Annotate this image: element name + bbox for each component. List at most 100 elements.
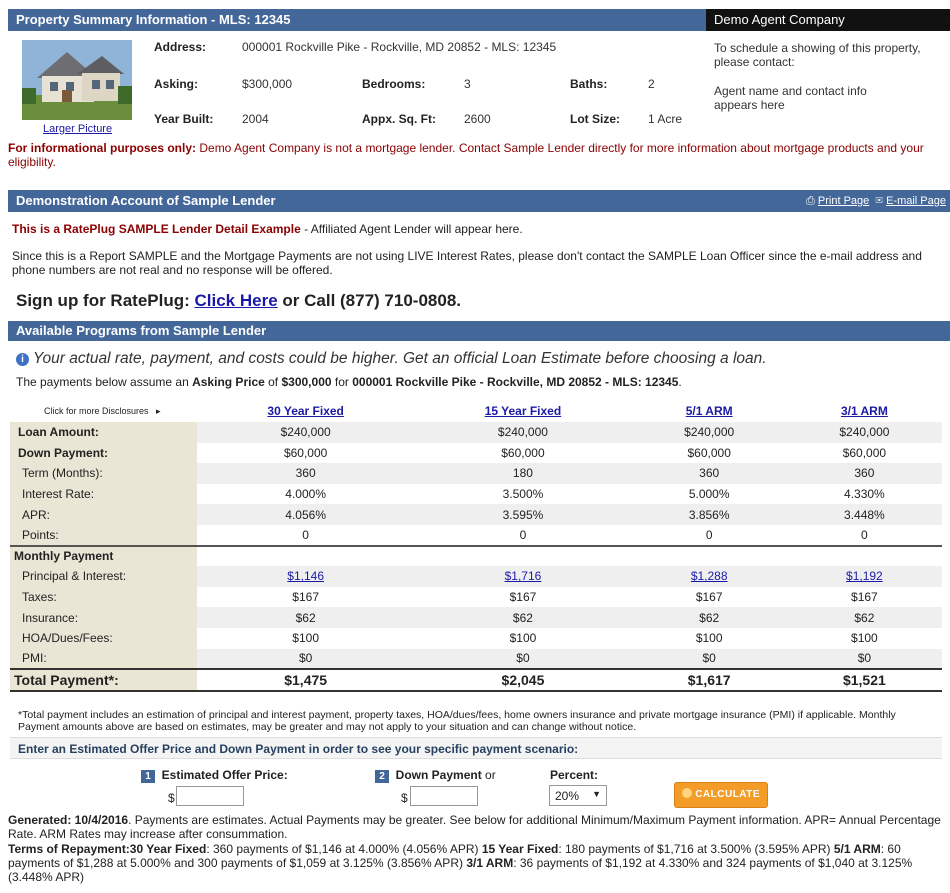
interest-rate-cell: 4.000% [285,487,326,502]
percent-value: 20% [555,789,580,803]
assume-b3: 000001 Rockville Pike - Rockville, MD 20… [352,375,679,389]
info-icon: i [16,353,29,366]
print-page-link[interactable]: Print Page [818,195,869,207]
taxes-label: Taxes: [10,586,197,608]
step-one-badge: 1 [141,770,155,783]
interest-rate-cell: 4.330% [844,487,885,502]
down-payment-cell: $60,000 [687,445,731,460]
down-payment-input[interactable] [410,786,478,806]
column-5-1-arm[interactable]: 5/1 ARM [686,404,733,418]
click-here-link[interactable]: Click Here [195,291,278,310]
property-summary-header: Property Summary Information - MLS: 1234… [8,9,706,31]
hoa-label: HOA/Dues/Fees: [10,627,197,649]
larger-picture-link[interactable]: Larger Picture [43,123,112,135]
pmi-cell: $0 [631,648,787,670]
monthly-payment-label: Monthly Payment [10,544,197,567]
principal-interest-link[interactable]: $1,192 [846,569,883,583]
principal-interest-link[interactable]: $1,716 [505,569,542,583]
sample-lender-notice: This is a RatePlug SAMPLE Lender Detail … [12,222,523,236]
lender-header: Demonstration Account of Sample Lender ⎙… [8,190,950,212]
table-row: Term (Months): 360 180 360 360 [10,463,942,484]
percent-select[interactable]: 20% ▼ [549,785,607,806]
house-thumbnail[interactable] [22,40,132,120]
envelope-icon[interactable]: ✉ [875,195,883,207]
table-row: Insurance: $62 $62 $62 $62 [10,607,942,628]
offer-price-text: Estimated Offer Price: [161,768,288,782]
terms-t0: : 360 payments of $1,146 at 4.000% (4.05… [206,842,482,856]
asking-value: $300,000 [242,77,293,91]
loan-amount-cell: $240,000 [414,422,632,443]
term-cell: 360 [631,463,787,484]
sample-bold: This is a RatePlug SAMPLE Lender Detail … [12,222,301,236]
column-3-1-arm[interactable]: 3/1 ARM [841,404,888,418]
sample-disclaimer: Since this is a Report SAMPLE and the Mo… [12,249,922,277]
principal-interest-link[interactable]: $1,288 [691,569,728,583]
points-cell: 0 [519,527,527,542]
column-15-year-fixed[interactable]: 15 Year Fixed [485,404,562,418]
down-payment-label: Down Payment: [10,442,197,464]
estimate-panel: Enter an Estimated Offer Price and Down … [10,737,942,759]
principal-interest-link[interactable]: $1,146 [287,569,324,583]
loan-amount-cell: $240,000 [197,422,415,443]
points-cell: 0 [861,527,868,542]
lot-size-label: Lot Size: [570,112,620,126]
table-row: Loan Amount: $240,000 $240,000 $240,000 … [10,422,942,443]
play-icon[interactable]: ▸ [156,406,161,416]
down-payment-cell: $60,000 [842,445,887,460]
address-value: 000001 Rockville Pike - Rockville, MD 20… [242,40,557,54]
signup-post: or Call (877) 710-0808. [277,291,461,310]
address-label: Address: [154,40,207,54]
disclosures-link[interactable]: Click for more Disclosures [44,406,149,416]
generated-date: Generated: 10/4/2016 [8,813,129,827]
sample-text: - Affiliated Agent Lender will appear he… [300,222,523,236]
sqft-label: Appx. Sq. Ft: [362,112,436,126]
year-built-value: 2004 [242,112,269,126]
agent-contact-info: Agent name and contact info appears here [714,84,867,112]
programs-header: Available Programs from Sample Lender [8,321,950,341]
assume-t1: The payments below assume an [16,375,193,389]
table-row: Points: 0 0 0 0 [10,524,942,546]
total-payment-cell: $1,521 [786,668,942,693]
total-payment-cell: $1,617 [631,668,787,693]
calculate-button[interactable]: CALCULATE [674,782,768,808]
term-cell: 360 [197,463,415,484]
down-payment-cell: $60,000 [283,445,328,460]
percent-label: Percent: [550,768,599,782]
printer-icon[interactable]: ⎙ [806,195,815,207]
loan-warning: i Your actual rate, payment, and costs c… [16,350,767,368]
notice-bold: For informational purposes only: [8,141,197,155]
apr-cell: 3.595% [414,504,632,525]
assume-t4: . [678,375,682,389]
assume-t2: of [264,375,282,389]
assume-b1: Asking Price [192,375,265,389]
insurance-cell: $62 [197,607,415,628]
offer-price-input[interactable] [176,786,244,806]
dropdown-arrow-icon[interactable]: ▼ [592,789,601,799]
down-payment-input-label: 2 Down Payment or [375,768,496,783]
email-page-link[interactable]: E-mail Page [886,195,946,207]
points-cell: 0 [705,527,713,542]
table-row: Principal & Interest: $1,146 $1,716 $1,2… [10,566,942,587]
offer-price-label: 1 Estimated Offer Price: [141,768,288,783]
sqft-value: 2600 [464,112,491,126]
disclosures-cell[interactable]: Click for more Disclosures ▸ [10,400,197,422]
interest-rate-label: Interest Rate: [10,483,197,505]
apr-cell: 4.056% [197,504,415,525]
interest-rate-cell: 3.500% [502,487,544,502]
terms-b3: 3/1 ARM [466,856,514,870]
term-cell: 360 [786,463,942,484]
loan-amount-cell: $240,000 [786,422,942,443]
table-row: Down Payment: $60,000 $60,000 $60,000 $6… [10,442,942,464]
signup-pre: Sign up for RatePlug: [16,291,195,310]
bedrooms-label: Bedrooms: [362,77,426,91]
terms-b2: 5/1 ARM [833,842,881,856]
assume-b2: $300,000 [281,375,332,389]
term-label: Term (Months): [10,463,197,484]
table-row: Taxes: $167 $167 $167 $167 [10,586,942,608]
loan-amount-label: Loan Amount: [10,422,197,443]
lender-title: Demonstration Account of Sample Lender [16,193,276,208]
signup-line: Sign up for RatePlug: Click Here or Call… [16,291,461,311]
pmi-label: PMI: [10,648,197,670]
insurance-cell: $62 [786,607,942,628]
column-30-year-fixed[interactable]: 30 Year Fixed [267,404,344,418]
